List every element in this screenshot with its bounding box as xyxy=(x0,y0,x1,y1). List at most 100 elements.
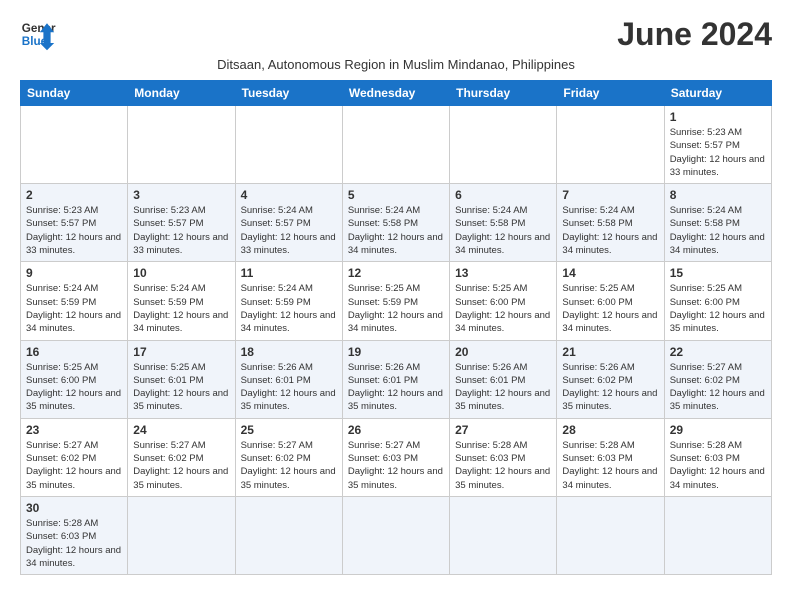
day-number: 30 xyxy=(26,501,122,515)
day-info: Sunrise: 5:25 AM Sunset: 6:00 PM Dayligh… xyxy=(26,361,122,414)
day-number: 5 xyxy=(348,188,444,202)
day-info: Sunrise: 5:23 AM Sunset: 5:57 PM Dayligh… xyxy=(133,204,229,257)
logo-icon: General Blue xyxy=(20,16,56,52)
calendar-cell xyxy=(128,496,235,574)
day-info: Sunrise: 5:25 AM Sunset: 6:00 PM Dayligh… xyxy=(455,282,551,335)
day-number: 24 xyxy=(133,423,229,437)
day-info: Sunrise: 5:24 AM Sunset: 5:58 PM Dayligh… xyxy=(455,204,551,257)
day-number: 10 xyxy=(133,266,229,280)
day-header-thursday: Thursday xyxy=(450,81,557,106)
day-info: Sunrise: 5:27 AM Sunset: 6:02 PM Dayligh… xyxy=(670,361,766,414)
day-number: 3 xyxy=(133,188,229,202)
calendar-cell: 15 Sunrise: 5:25 AM Sunset: 6:00 PM Dayli… xyxy=(664,262,771,340)
calendar-cell: 3 Sunrise: 5:23 AM Sunset: 5:57 PM Daylig… xyxy=(128,184,235,262)
header: General Blue June 2024 xyxy=(20,16,772,53)
calendar-cell xyxy=(342,496,449,574)
calendar-cell: 25 Sunrise: 5:27 AM Sunset: 6:02 PM Dayli… xyxy=(235,418,342,496)
day-info: Sunrise: 5:27 AM Sunset: 6:02 PM Dayligh… xyxy=(241,439,337,492)
day-info: Sunrise: 5:26 AM Sunset: 6:01 PM Dayligh… xyxy=(348,361,444,414)
day-info: Sunrise: 5:24 AM Sunset: 5:57 PM Dayligh… xyxy=(241,204,337,257)
day-number: 9 xyxy=(26,266,122,280)
day-info: Sunrise: 5:28 AM Sunset: 6:03 PM Dayligh… xyxy=(455,439,551,492)
calendar-cell: 30 Sunrise: 5:28 AM Sunset: 6:03 PM Dayli… xyxy=(21,496,128,574)
day-number: 8 xyxy=(670,188,766,202)
day-number: 23 xyxy=(26,423,122,437)
day-number: 12 xyxy=(348,266,444,280)
day-number: 18 xyxy=(241,345,337,359)
day-number: 19 xyxy=(348,345,444,359)
day-number: 17 xyxy=(133,345,229,359)
day-info: Sunrise: 5:28 AM Sunset: 6:03 PM Dayligh… xyxy=(562,439,658,492)
day-info: Sunrise: 5:25 AM Sunset: 6:00 PM Dayligh… xyxy=(562,282,658,335)
calendar-cell xyxy=(235,496,342,574)
day-header-wednesday: Wednesday xyxy=(342,81,449,106)
calendar-cell: 5Sunrise: 5:24 AM Sunset: 5:58 PM Daylig… xyxy=(342,184,449,262)
day-number: 20 xyxy=(455,345,551,359)
day-info: Sunrise: 5:24 AM Sunset: 5:59 PM Dayligh… xyxy=(241,282,337,335)
day-info: Sunrise: 5:26 AM Sunset: 6:01 PM Dayligh… xyxy=(241,361,337,414)
calendar-cell: 21 Sunrise: 5:26 AM Sunset: 6:02 PM Dayli… xyxy=(557,340,664,418)
calendar-cell xyxy=(557,106,664,184)
calendar-cell: 11 Sunrise: 5:24 AM Sunset: 5:59 PM Dayli… xyxy=(235,262,342,340)
calendar-cell: 7 Sunrise: 5:24 AM Sunset: 5:58 PM Daylig… xyxy=(557,184,664,262)
day-info: Sunrise: 5:25 AM Sunset: 5:59 PM Dayligh… xyxy=(348,282,444,335)
calendar-cell: 22Sunrise: 5:27 AM Sunset: 6:02 PM Dayli… xyxy=(664,340,771,418)
calendar-cell: 20 Sunrise: 5:26 AM Sunset: 6:01 PM Dayli… xyxy=(450,340,557,418)
calendar-cell: 29 Sunrise: 5:28 AM Sunset: 6:03 PM Dayli… xyxy=(664,418,771,496)
calendar-cell xyxy=(557,496,664,574)
calendar-cell xyxy=(342,106,449,184)
calendar-cell: 4 Sunrise: 5:24 AM Sunset: 5:57 PM Daylig… xyxy=(235,184,342,262)
day-number: 29 xyxy=(670,423,766,437)
calendar-cell: 10 Sunrise: 5:24 AM Sunset: 5:59 PM Dayli… xyxy=(128,262,235,340)
day-number: 6 xyxy=(455,188,551,202)
calendar-cell: 16 Sunrise: 5:25 AM Sunset: 6:00 PM Dayli… xyxy=(21,340,128,418)
day-info: Sunrise: 5:28 AM Sunset: 6:03 PM Dayligh… xyxy=(26,517,122,570)
day-number: 16 xyxy=(26,345,122,359)
day-number: 14 xyxy=(562,266,658,280)
calendar-cell xyxy=(235,106,342,184)
day-info: Sunrise: 5:24 AM Sunset: 5:58 PM Dayligh… xyxy=(670,204,766,257)
day-info: Sunrise: 5:23 AM Sunset: 5:57 PM Dayligh… xyxy=(670,126,766,179)
day-header-tuesday: Tuesday xyxy=(235,81,342,106)
day-number: 1 xyxy=(670,110,766,124)
calendar-cell: 8 Sunrise: 5:24 AM Sunset: 5:58 PM Daylig… xyxy=(664,184,771,262)
day-info: Sunrise: 5:24 AM Sunset: 5:59 PM Dayligh… xyxy=(26,282,122,335)
calendar-cell: 26 Sunrise: 5:27 AM Sunset: 6:03 PM Dayli… xyxy=(342,418,449,496)
day-info: Sunrise: 5:27 AM Sunset: 6:03 PM Dayligh… xyxy=(348,439,444,492)
day-number: 13 xyxy=(455,266,551,280)
day-info: Sunrise: 5:25 AM Sunset: 6:00 PM Dayligh… xyxy=(670,282,766,335)
day-info: Sunrise: 5:28 AM Sunset: 6:03 PM Dayligh… xyxy=(670,439,766,492)
calendar-cell: 23Sunrise: 5:27 AM Sunset: 6:02 PM Dayli… xyxy=(21,418,128,496)
calendar-cell: 9 Sunrise: 5:24 AM Sunset: 5:59 PM Daylig… xyxy=(21,262,128,340)
day-info: Sunrise: 5:24 AM Sunset: 5:59 PM Dayligh… xyxy=(133,282,229,335)
calendar-cell: 24 Sunrise: 5:27 AM Sunset: 6:02 PM Dayli… xyxy=(128,418,235,496)
day-info: Sunrise: 5:26 AM Sunset: 6:02 PM Dayligh… xyxy=(562,361,658,414)
day-number: 28 xyxy=(562,423,658,437)
day-number: 7 xyxy=(562,188,658,202)
day-info: Sunrise: 5:27 AM Sunset: 6:02 PM Dayligh… xyxy=(133,439,229,492)
calendar-cell xyxy=(21,106,128,184)
calendar-cell xyxy=(450,106,557,184)
day-number: 25 xyxy=(241,423,337,437)
calendar-cell xyxy=(450,496,557,574)
day-header-friday: Friday xyxy=(557,81,664,106)
day-info: Sunrise: 5:26 AM Sunset: 6:01 PM Dayligh… xyxy=(455,361,551,414)
day-info: Sunrise: 5:24 AM Sunset: 5:58 PM Dayligh… xyxy=(562,204,658,257)
day-number: 11 xyxy=(241,266,337,280)
day-number: 2 xyxy=(26,188,122,202)
month-title: June 2024 xyxy=(617,16,772,53)
calendar-cell xyxy=(128,106,235,184)
day-info: Sunrise: 5:25 AM Sunset: 6:01 PM Dayligh… xyxy=(133,361,229,414)
calendar-cell: 1 Sunrise: 5:23 AM Sunset: 5:57 PM Daylig… xyxy=(664,106,771,184)
day-number: 4 xyxy=(241,188,337,202)
day-info: Sunrise: 5:23 AM Sunset: 5:57 PM Dayligh… xyxy=(26,204,122,257)
calendar-cell: 12 Sunrise: 5:25 AM Sunset: 5:59 PM Dayli… xyxy=(342,262,449,340)
subtitle: Ditsaan, Autonomous Region in Muslim Min… xyxy=(20,57,772,72)
day-number: 26 xyxy=(348,423,444,437)
day-number: 21 xyxy=(562,345,658,359)
calendar-cell: 27Sunrise: 5:28 AM Sunset: 6:03 PM Dayli… xyxy=(450,418,557,496)
logo: General Blue xyxy=(20,16,56,52)
day-number: 15 xyxy=(670,266,766,280)
calendar-cell: 28 Sunrise: 5:28 AM Sunset: 6:03 PM Dayli… xyxy=(557,418,664,496)
calendar-cell: 6 Sunrise: 5:24 AM Sunset: 5:58 PM Daylig… xyxy=(450,184,557,262)
